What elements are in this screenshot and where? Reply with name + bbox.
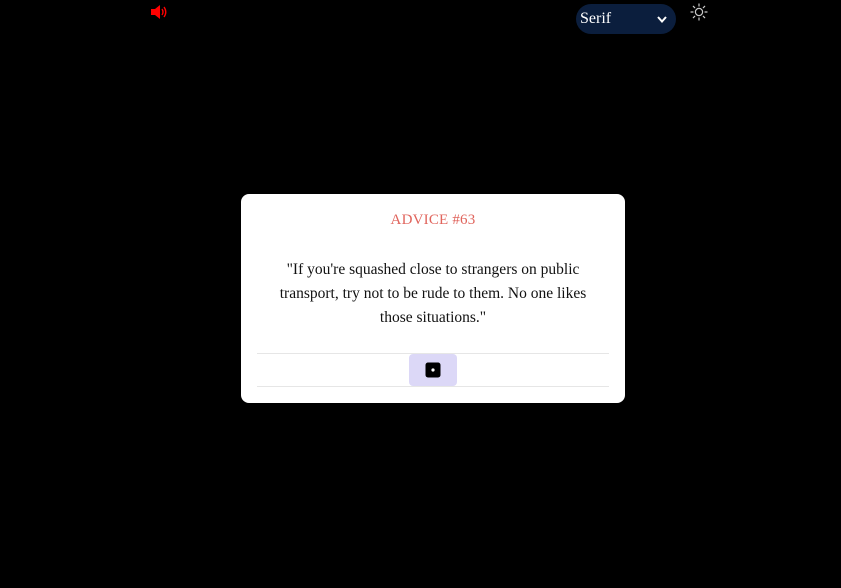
- advice-id-heading: ADVICE #63: [390, 212, 476, 228]
- chevron-down-icon: [656, 13, 668, 25]
- speaker-icon: [151, 5, 167, 19]
- new-advice-button[interactable]: [409, 354, 457, 386]
- divider-bottom: [257, 386, 609, 387]
- font-select-value: Serif: [580, 10, 612, 27]
- dice-icon: [425, 362, 441, 378]
- font-family-select[interactable]: Serif: [576, 4, 676, 34]
- theme-toggle-button[interactable]: [690, 3, 708, 21]
- sun-icon: [690, 3, 708, 21]
- sound-toggle-button[interactable]: [150, 4, 168, 20]
- advice-card: ADVICE #63 "If you're squashed close to …: [241, 194, 625, 403]
- advice-quote: "If you're squashed close to strangers o…: [279, 261, 587, 326]
